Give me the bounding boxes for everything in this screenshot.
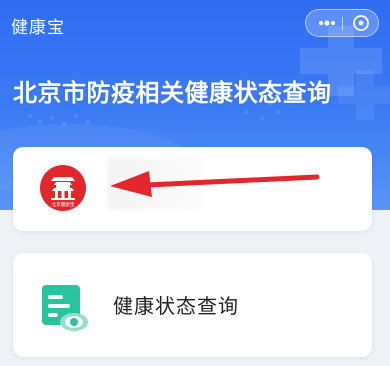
health-status-query-card[interactable]: 健康状态查询 [13,253,372,357]
more-dots-icon[interactable] [313,11,341,35]
red-arrow-annotation [110,171,320,197]
health-kit-app-card[interactable]: 北京健康宝 [13,147,372,231]
app-title: 健康宝 [11,18,65,38]
mini-program-capsule [305,9,379,37]
health-status-icon [42,285,88,331]
page-headline: 北京市防疫相关健康状态查询 [13,79,332,107]
health-status-query-label: 健康状态查询 [113,294,239,318]
capsule-divider [342,17,343,30]
close-mini-program-icon[interactable] [347,11,375,35]
